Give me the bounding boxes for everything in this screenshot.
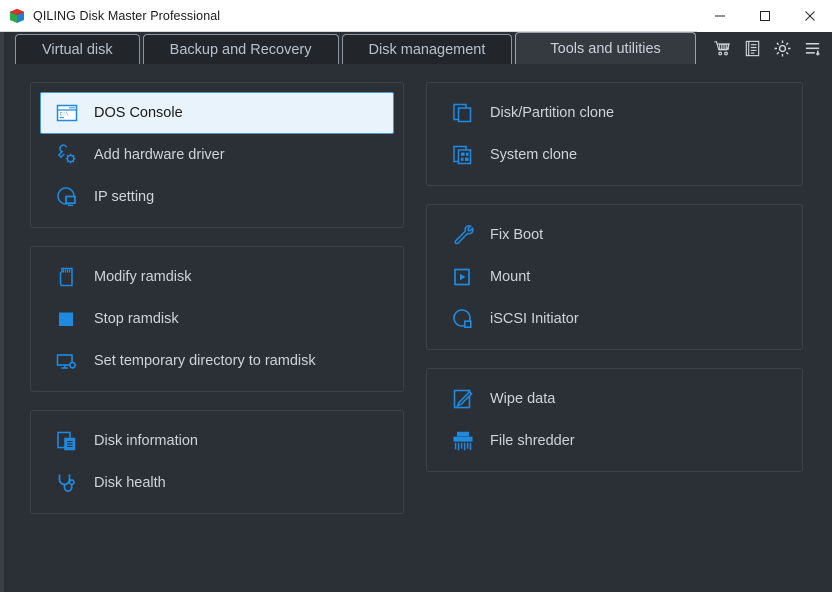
console-window-icon: C:\ <box>54 100 80 126</box>
tab-label: Virtual disk <box>42 41 113 58</box>
item-disk-partition-clone[interactable]: Disk/Partition clone <box>436 92 793 134</box>
shredder-icon <box>450 428 476 454</box>
documents-icon <box>54 428 80 454</box>
tab-label: Backup and Recovery <box>169 41 312 58</box>
item-label: Modify ramdisk <box>94 268 192 285</box>
item-disk-health[interactable]: Disk health <box>40 462 394 504</box>
ramdisk-group: Modify ramdisk Stop ramdisk Set temporar… <box>30 246 404 392</box>
item-system-clone[interactable]: System clone <box>436 134 793 176</box>
item-modify-ramdisk[interactable]: Modify ramdisk <box>40 256 394 298</box>
log-button[interactable] <box>738 34 766 62</box>
clone-group: Disk/Partition clone System clone <box>426 82 803 186</box>
item-add-hardware-driver[interactable]: Add hardware driver <box>40 134 394 176</box>
stethoscope-icon <box>54 470 80 496</box>
window-controls <box>697 0 832 32</box>
iscsi-circle-icon <box>450 306 476 332</box>
right-column: Disk/Partition clone System clone Fix Bo… <box>426 82 803 472</box>
item-stop-ramdisk[interactable]: Stop ramdisk <box>40 298 394 340</box>
disk-info-group: Disk information Disk health <box>30 410 404 514</box>
cart-button[interactable] <box>708 34 736 62</box>
tab-label: Tools and utilities <box>550 40 661 57</box>
item-label: Disk/Partition clone <box>490 104 615 121</box>
item-label: Stop ramdisk <box>94 310 179 327</box>
title-bar: QILING Disk Master Professional <box>0 0 832 32</box>
item-label: DOS Console <box>94 104 183 121</box>
item-label: Mount <box>490 268 531 285</box>
settings-button[interactable] <box>768 34 796 62</box>
document-list-icon <box>743 39 762 58</box>
network-monitor-icon <box>54 184 80 210</box>
wrench-gear-icon <box>54 142 80 168</box>
item-label: File shredder <box>490 432 575 449</box>
item-fix-boot[interactable]: Fix Boot <box>436 214 793 256</box>
monitor-gear-icon <box>54 348 80 374</box>
svg-text:C:\: C:\ <box>60 111 69 117</box>
item-label: Disk information <box>94 432 198 449</box>
item-dos-console[interactable]: C:\ DOS Console <box>40 92 394 134</box>
item-label: Add hardware driver <box>94 146 225 163</box>
tab-list: Virtual disk Backup and Recovery Disk ma… <box>15 32 699 64</box>
item-label: Fix Boot <box>490 226 544 243</box>
wipe-pencil-icon <box>450 386 476 412</box>
tab-disk-management[interactable]: Disk management <box>341 34 513 64</box>
item-disk-information[interactable]: Disk information <box>40 420 394 462</box>
left-column: C:\ DOS Console Add hardware driver IP s… <box>30 82 404 514</box>
menu-button[interactable] <box>798 34 826 62</box>
minimize-button[interactable] <box>697 0 742 32</box>
item-mount[interactable]: Mount <box>436 256 793 298</box>
close-button[interactable] <box>787 0 832 32</box>
tab-tools-and-utilities[interactable]: Tools and utilities <box>515 32 696 64</box>
stop-square-icon <box>54 306 80 332</box>
system-clone-icon <box>450 142 476 168</box>
item-set-temporary-directory-to-ramdisk[interactable]: Set temporary directory to ramdisk <box>40 340 394 382</box>
window-title: QILING Disk Master Professional <box>33 8 221 23</box>
application-window: QILING Disk Master Professional Virtual … <box>0 0 832 592</box>
tab-label: Disk management <box>368 41 486 58</box>
play-square-icon <box>450 264 476 290</box>
tab-bar: Virtual disk Backup and Recovery Disk ma… <box>0 32 832 64</box>
maximize-button[interactable] <box>742 0 787 32</box>
item-iscsi-initiator[interactable]: iSCSI Initiator <box>436 298 793 340</box>
boot-group: Fix Boot Mount iSCSI Initiator <box>426 204 803 350</box>
item-label: Wipe data <box>490 390 556 407</box>
gear-icon <box>773 39 792 58</box>
item-file-shredder[interactable]: File shredder <box>436 420 793 462</box>
tab-backup-and-recovery[interactable]: Backup and Recovery <box>142 34 339 64</box>
system-tools-group: C:\ DOS Console Add hardware driver IP s… <box>30 82 404 228</box>
wrench-icon <box>450 222 476 248</box>
item-label: iSCSI Initiator <box>490 310 579 327</box>
clone-pages-icon <box>450 100 476 126</box>
tab-virtual-disk[interactable]: Virtual disk <box>15 34 140 64</box>
item-label: Set temporary directory to ramdisk <box>94 352 316 369</box>
wipe-group: Wipe data File shredder <box>426 368 803 472</box>
tools-content-area: C:\ DOS Console Add hardware driver IP s… <box>0 64 832 592</box>
item-label: System clone <box>490 146 578 163</box>
item-ip-setting[interactable]: IP setting <box>40 176 394 218</box>
item-wipe-data[interactable]: Wipe data <box>436 378 793 420</box>
item-label: IP setting <box>94 188 155 205</box>
item-label: Disk health <box>94 474 166 491</box>
toolbar <box>708 32 826 64</box>
window-left-edge <box>0 32 4 592</box>
title-bar-left: QILING Disk Master Professional <box>0 8 697 24</box>
shopping-cart-icon <box>713 39 732 58</box>
cube-icon <box>9 8 25 24</box>
memory-card-icon <box>54 264 80 290</box>
menu-list-icon <box>803 39 822 58</box>
